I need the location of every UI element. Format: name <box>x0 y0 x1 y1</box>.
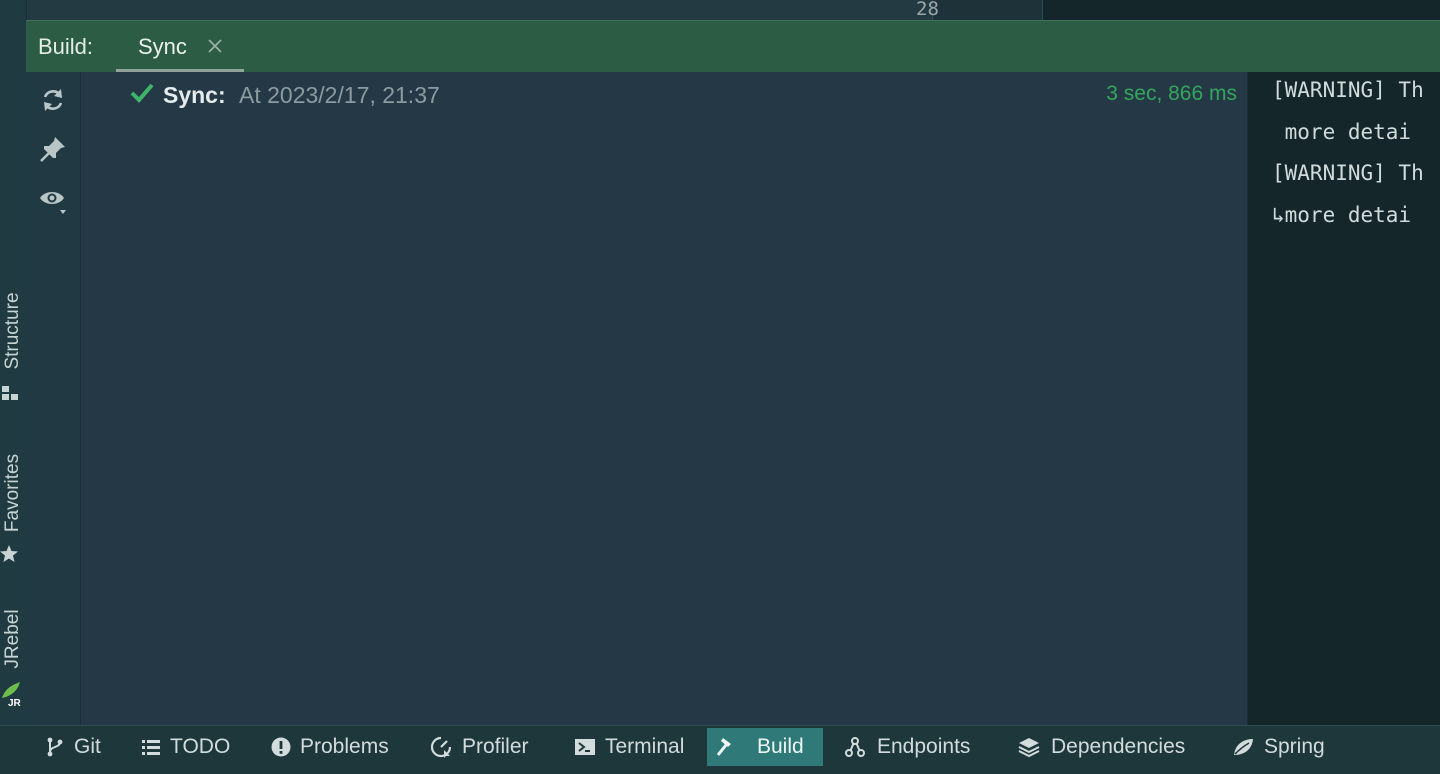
stripe-tab-label: Favorites <box>2 453 23 533</box>
tool-window-label: Build <box>757 735 804 758</box>
jrebel-icon: JR <box>2 682 22 708</box>
tool-window-endpoints[interactable]: Endpoints <box>836 728 986 766</box>
tool-window-label: Endpoints <box>877 735 971 758</box>
console-line: more detai <box>1272 120 1412 144</box>
tool-window-problems[interactable]: Problems <box>262 728 402 766</box>
console-line: [WARNING] Th <box>1272 161 1424 185</box>
tool-window-dependencies[interactable]: Dependencies <box>1010 728 1202 766</box>
tool-window-build[interactable]: Build <box>707 728 823 766</box>
tab-sync-label: Sync <box>138 34 187 59</box>
tool-window-label: Spring <box>1264 735 1325 758</box>
terminal-icon <box>575 739 595 755</box>
console-line: ↳more detai <box>1272 203 1412 227</box>
bottom-tool-window-bar: Git TODO Problems Profiler Terminal Buil… <box>0 725 1440 774</box>
editor-text-area[interactable] <box>1042 0 1440 20</box>
tool-window-title: Build: <box>38 34 94 59</box>
pin-icon[interactable] <box>38 134 68 164</box>
stripe-tab-structure[interactable]: Structure <box>0 278 26 408</box>
tool-window-label: Profiler <box>462 735 529 758</box>
eye-icon[interactable] <box>38 185 68 215</box>
editor-gutter <box>932 0 1043 20</box>
profiler-icon <box>430 736 452 758</box>
git-branch-icon <box>47 737 63 757</box>
sync-duration: 3 sec, 866 ms <box>1106 82 1237 105</box>
success-check-icon <box>130 83 154 103</box>
hammer-icon <box>716 738 731 756</box>
tool-window-label: TODO <box>170 735 231 758</box>
build-output-tree: Sync: At 2023/2/17, 21:37 3 sec, 866 ms <box>81 72 1247 725</box>
tool-window-label: Git <box>74 735 101 758</box>
left-tool-stripe: Structure Favorites JRebel JR <box>0 0 27 725</box>
problems-icon <box>271 737 291 757</box>
star-icon <box>0 545 18 562</box>
tab-sync[interactable]: Sync <box>116 21 244 73</box>
refresh-icon[interactable] <box>38 85 68 115</box>
tool-window-git[interactable]: Git <box>36 728 110 766</box>
stripe-tab-label: JRebel <box>2 609 23 669</box>
sync-task-name: Sync: <box>163 82 226 108</box>
gutter-line-number: 28 <box>916 0 939 20</box>
tool-window-label: Terminal <box>605 735 685 758</box>
build-tool-window-header: Build: Sync <box>26 20 1440 73</box>
close-icon[interactable] <box>206 37 224 55</box>
tool-window-todo[interactable]: TODO <box>132 728 240 766</box>
tool-window-profiler[interactable]: Profiler <box>422 728 546 766</box>
tool-window-terminal[interactable]: Terminal <box>566 728 698 766</box>
list-icon <box>142 740 160 755</box>
editor-area <box>26 0 1440 20</box>
endpoints-icon <box>845 737 865 757</box>
stripe-tab-jrebel[interactable]: JRebel JR <box>0 600 26 710</box>
sync-timestamp: At 2023/2/17, 21:37 <box>239 82 440 108</box>
layers-icon <box>1018 738 1040 758</box>
stripe-tab-favorites[interactable]: Favorites <box>0 440 26 570</box>
tool-window-label: Dependencies <box>1051 735 1186 758</box>
build-toolbar <box>26 72 81 725</box>
tool-window-spring[interactable]: Spring <box>1224 728 1340 766</box>
spring-leaf-icon <box>1234 739 1253 755</box>
tool-window-label: Problems <box>300 735 389 758</box>
structure-icon <box>2 386 18 400</box>
build-console-output[interactable]: [WARNING] Th more detai [WARNING] Th ↳mo… <box>1247 72 1440 725</box>
svg-text:JR: JR <box>8 698 22 708</box>
stripe-tab-label: Structure <box>2 292 23 370</box>
console-line: [WARNING] Th <box>1272 78 1424 102</box>
